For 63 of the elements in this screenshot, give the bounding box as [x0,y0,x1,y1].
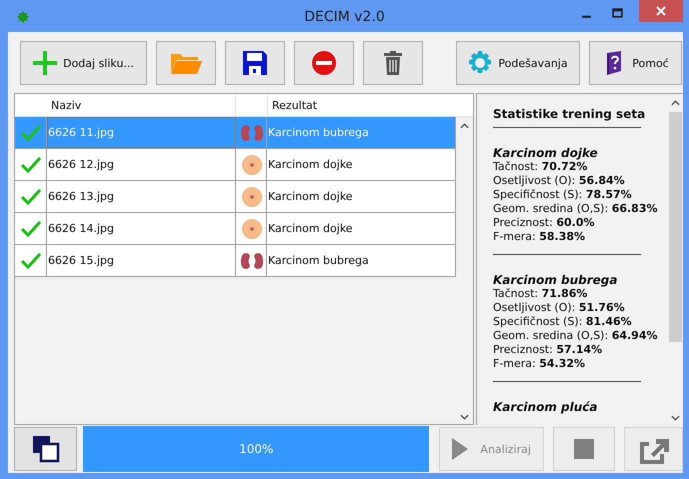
table-cell: 6626 12.jpg [47,149,236,180]
stat-line: F-mera: 54.32% [493,357,586,371]
scroll-up-icon[interactable] [460,123,469,129]
column-header[interactable]: Naziv [47,94,236,116]
stat-line: Geom. sredina (O,S): 64.94% [493,329,659,343]
folder-icon [170,51,202,75]
play-icon [452,438,468,460]
scroll-down-icon[interactable] [671,415,680,421]
section-title: Karcinom dojke [493,146,599,160]
stat-line: Preciznost: 60.0% [493,216,596,230]
stat-line: Osetljivost (O): 56.84% [493,174,626,188]
stat-line: Preciznost: 57.14% [493,343,604,357]
scroll-up-icon[interactable] [671,100,680,106]
table-row[interactable]: 6626 14.jpg Karcinom dojke [15,213,456,245]
section-title: Karcinom pluća [493,400,598,414]
table-row[interactable]: 6626 13.jpg Karcinom dojke [15,181,456,213]
stat-line: F-mera: 58.38% [493,230,586,244]
maximize-icon[interactable] [612,8,623,19]
app-icon [16,10,30,24]
kidney-icon [240,250,264,270]
help-button[interactable]: Pomoć [589,41,682,85]
kidney-icon [240,122,264,142]
section-title: Karcinom bubrega [493,273,618,287]
table-row[interactable]: 6626 15.jpg Karcinom bubrega [15,245,456,277]
trash-icon [381,51,405,75]
progress-text: 100% [239,442,274,456]
stop-icon [574,439,594,459]
table-cell: Karcinom bubrega [267,117,456,148]
table-cell: Karcinom bubrega [267,245,456,276]
stats-title: Statistike trening seta [493,107,646,121]
close-button[interactable] [639,0,683,22]
no-entry-icon [312,51,336,75]
table-cell: Karcinom dojke [267,181,456,212]
window-title: DECIM v2.0 [304,9,385,25]
stat-line: Specifičnost (S): 78.57% [493,188,633,202]
table-cell: 6626 13.jpg [47,181,236,212]
stat-line: Tačnost: 71.86% [493,287,588,301]
close-icon [656,6,666,16]
stat-line: Specifičnost (S): 81.46% [493,315,633,329]
table-cell: Karcinom dojke [267,149,456,180]
scroll-down-icon[interactable] [460,414,469,420]
remove-button[interactable] [294,41,354,85]
delete-button[interactable] [363,41,423,85]
settings-button[interactable]: Podešavanja [456,41,580,85]
breast-icon [240,218,264,238]
table-cell: Karcinom dojke [267,213,456,244]
settings-icon [468,51,492,75]
table-cell: 6626 11.jpg [47,117,236,148]
stat-line: Geom. sredina (O,S): 66.83% [493,202,659,216]
breast-icon [240,154,264,174]
breast-icon [240,186,264,206]
stat-line: Tačnost: 70.72% [493,160,588,174]
plus-icon [33,51,58,75]
windows-icon [32,435,60,463]
column-header[interactable]: Rezultat [268,94,457,116]
table-cell: 6626 15.jpg [47,245,236,276]
table-cell: 6626 14.jpg [47,213,236,244]
save-button[interactable] [225,41,285,85]
windows-button[interactable] [14,427,78,471]
add-button[interactable]: Dodaj sliku... [20,41,147,85]
table-row[interactable]: 6626 12.jpg Karcinom dojke [15,149,456,181]
stat-line: Osetljivost (O): 51.76% [493,301,626,315]
scroll-thumb[interactable] [669,112,682,342]
